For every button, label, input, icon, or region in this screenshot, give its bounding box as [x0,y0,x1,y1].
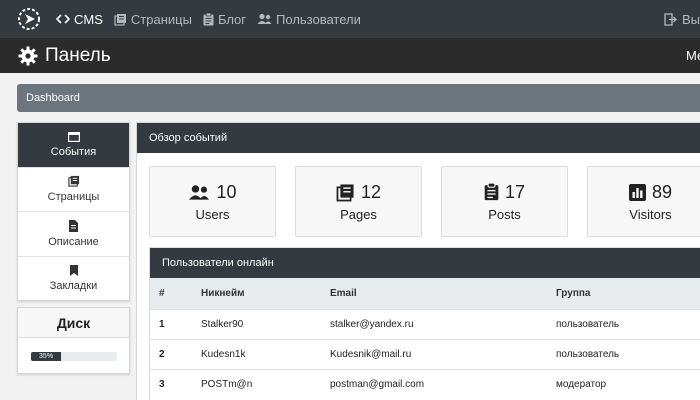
users-icon [257,13,272,24]
window-icon [67,131,80,142]
sidebar-item-label: События [50,145,97,158]
stat-label: Pages [340,206,377,222]
table-header-row: # Никнейм Email Группа [150,278,700,309]
breadcrumb-item[interactable]: Dashboard [26,92,80,104]
stat-card-users: 10 Users [149,166,276,237]
stat-card-posts: 17 Posts [441,166,568,237]
row-nickname: Kudesn1k [192,338,321,369]
sidebar-item-events[interactable]: События [18,123,129,168]
column-header: Email [321,278,547,309]
logout-link[interactable]: Вы [664,0,700,38]
sidebar-item-label: Страницы [47,191,100,204]
sidebar-item-label: Закладки [49,280,98,293]
bar-chart-icon [628,183,646,201]
row-email: postman@gmail.com [321,368,547,399]
nav-item-users[interactable]: Пользователи [257,12,361,27]
nav-item-label: Страницы [130,11,192,27]
stat-label: Visitors [629,206,672,222]
code-icon [56,14,70,24]
header-right-text[interactable]: Ме [686,38,700,73]
online-users-panel: Пользователи онлайн # Никнейм Email Груп… [149,247,700,400]
column-header: # [150,278,192,309]
row-email: Kudesnik@mail.ru [321,338,547,369]
users-icon [189,184,210,200]
online-users-title: Пользователи онлайн [150,248,700,278]
disk-progress-bar: 35% [31,352,117,361]
row-group: модератор [547,368,700,399]
clipboard-icon [484,183,499,201]
disk-title: Диск [18,308,129,338]
sidebar-item-label: Описание [48,235,99,248]
top-navbar: CMS Страницы Блог Пользователи Вы [0,0,700,38]
nav-item-label: Блог [217,11,247,27]
pages-icon [114,13,126,26]
stat-number: 17 [504,181,526,202]
stat-label: Users [195,206,230,222]
nav-item-cms[interactable]: CMS [56,12,103,27]
page-title: Панель [45,44,111,66]
row-group: пользователь [547,308,700,339]
table-row: 3 POSTm@n postman@gmail.com модератор [150,368,700,399]
row-email: stalker@yandex.ru [321,308,547,339]
column-header: Никнейм [192,278,321,309]
breadcrumb: Dashboard [17,84,700,112]
disk-card: Диск 35% [17,307,130,374]
column-header: Группа [547,278,700,309]
sidebar-item-bookmarks[interactable]: Закладки [18,257,129,302]
bookmark-icon [69,265,78,277]
stat-label: Posts [488,206,521,222]
stat-number: 12 [360,181,382,202]
logout-label: Вы [681,11,700,27]
disk-progress-fill: 35% [31,352,62,361]
table-row: 1 Stalker90 stalker@yandex.ru пользовате… [150,308,700,339]
events-overview-panel: Обзор событий 10 Users 12 Pages 17 Posts… [136,122,700,400]
stat-number: 10 [216,181,237,202]
sidebar-item-pages[interactable]: Страницы [18,168,129,212]
stat-card-pages: 12 Pages [295,166,422,237]
row-nickname: POSTm@n [192,368,321,399]
sidebar-item-description[interactable]: Описание [18,212,129,257]
row-number: 2 [150,338,192,369]
page-header: Панель Ме [0,38,700,73]
row-number: 1 [150,308,192,339]
stat-number: 89 [651,181,673,202]
row-nickname: Stalker90 [192,308,321,339]
stat-card-visitors: 89 Visitors [587,166,700,237]
nav-item-label: Пользователи [276,11,361,27]
pages-icon [67,176,79,187]
file-icon [69,219,78,232]
clipboard-icon [203,12,214,25]
pages-icon [336,183,354,201]
nav-item-label: CMS [74,11,103,27]
gear-icon [18,46,38,66]
table-row: 2 Kudesn1k Kudesnik@mail.ru пользователь [150,338,700,369]
sign-out-icon [664,12,677,26]
online-users-table: # Никнейм Email Группа 1 Stalker90 stalk… [150,278,700,399]
row-group: пользователь [547,338,700,369]
row-number: 3 [150,368,192,399]
nav-item-pages[interactable]: Страницы [114,12,192,27]
nav-item-blog[interactable]: Блог [203,12,246,27]
panel-title: Обзор событий [137,123,700,153]
logo-icon[interactable] [16,6,42,32]
side-menu: События Страницы Описание Закладки [17,122,130,301]
